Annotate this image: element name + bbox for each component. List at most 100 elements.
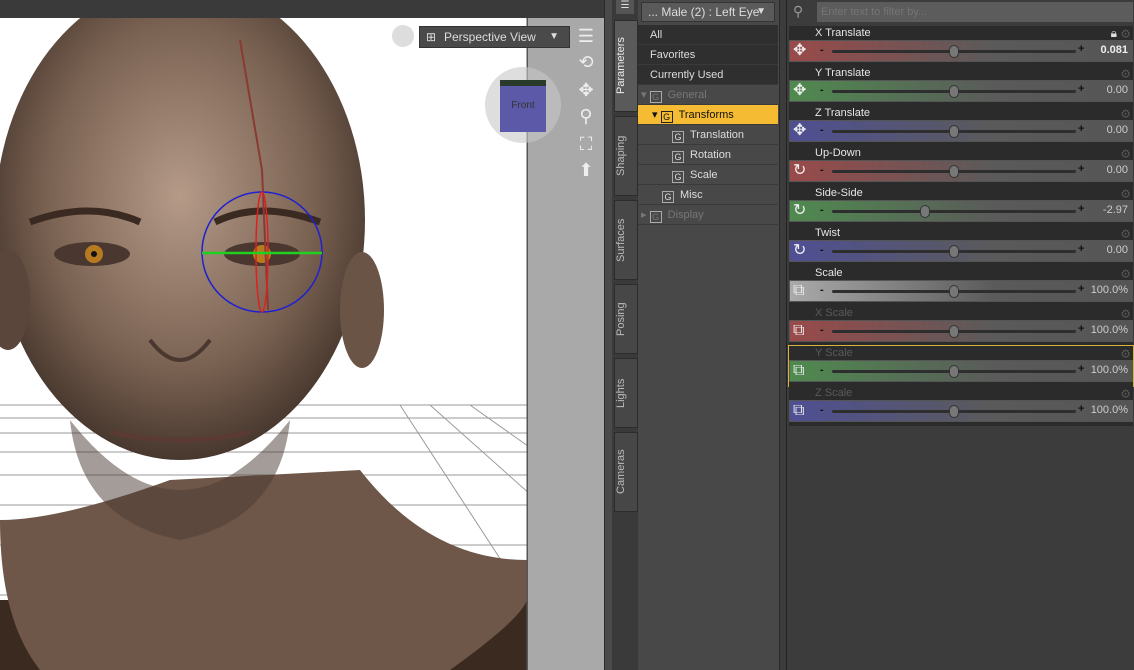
parameter-slider[interactable]: ↻ - + 0.00 — [789, 240, 1133, 262]
slider-track[interactable] — [832, 205, 1076, 218]
node-selector[interactable]: ... Male (2) : Left Eye ▼ — [641, 2, 775, 22]
slider-knob[interactable] — [949, 85, 959, 98]
slider-track[interactable] — [832, 165, 1076, 178]
increment-button[interactable]: + — [1078, 243, 1084, 255]
increment-button[interactable]: + — [1078, 283, 1084, 295]
gear-icon[interactable]: ⚙ — [1120, 387, 1131, 401]
slider-track[interactable] — [832, 285, 1076, 298]
parameter-value[interactable]: -2.97 — [1103, 204, 1128, 216]
group-currently-used[interactable]: Currently Used — [638, 65, 778, 85]
parameter-slider[interactable]: ⧉ - + 100.0% — [789, 320, 1133, 342]
slider-track[interactable] — [832, 405, 1076, 418]
tab-posing[interactable]: Posing — [614, 284, 638, 354]
slider-track[interactable] — [832, 245, 1076, 258]
group-all[interactable]: All — [638, 25, 778, 45]
orbit-icon[interactable]: ⟲ — [574, 52, 598, 74]
group-display[interactable]: ▸ G Display — [638, 205, 778, 225]
decrement-button[interactable]: - — [820, 244, 824, 256]
parameter-slider[interactable]: ✥ - + 0.00 — [789, 120, 1133, 142]
parameter-slider[interactable]: ↻ - + -2.97 — [789, 200, 1133, 222]
expand-arrow-icon[interactable]: ▸ — [641, 209, 650, 221]
increment-button[interactable]: + — [1078, 83, 1084, 95]
gear-icon[interactable]: ⚙ — [1120, 267, 1131, 281]
tab-cameras[interactable]: Cameras — [614, 432, 638, 512]
parameter-slider[interactable]: ✥ - + 0.00 — [789, 80, 1133, 102]
gear-icon[interactable]: ⚙ — [1120, 307, 1131, 321]
parameter-slider[interactable]: ⧉ - + 100.0% — [789, 400, 1133, 422]
parameter-value[interactable]: 0.00 — [1107, 84, 1128, 96]
pan-icon[interactable]: ✥ — [574, 80, 598, 102]
parameter-slider[interactable]: ⧉ - + 100.0% — [789, 360, 1133, 382]
expand-arrow-icon[interactable]: ▾ — [641, 89, 650, 101]
gear-icon[interactable]: ⚙ — [1120, 347, 1131, 361]
slider-track[interactable] — [832, 365, 1076, 378]
3d-viewport[interactable]: ⊞ Perspective View ▼ Front ☰ ⟲ ✥ ⚲ ⛶ ⬆ — [0, 0, 604, 670]
view-cube[interactable]: Front — [485, 67, 561, 143]
expand-arrow-icon[interactable]: ▾ — [652, 109, 661, 121]
gear-icon[interactable]: ⚙ — [1120, 27, 1131, 41]
decrement-button[interactable]: - — [820, 84, 824, 96]
tab-surfaces[interactable]: Surfaces — [614, 200, 638, 280]
slider-knob[interactable] — [949, 405, 959, 418]
filter-input[interactable] — [817, 2, 1133, 22]
tab-parameters[interactable]: Parameters — [614, 20, 638, 112]
parameter-value[interactable]: 0.00 — [1107, 164, 1128, 176]
slider-knob[interactable] — [949, 45, 959, 58]
tab-shaping[interactable]: Shaping — [614, 116, 638, 196]
frame-icon[interactable]: ⛶ — [574, 134, 598, 156]
view-menu-icon[interactable]: ☰ — [574, 26, 598, 48]
group-scale[interactable]: G Scale — [638, 165, 778, 185]
slider-knob[interactable] — [949, 125, 959, 138]
view-selector[interactable]: ⊞ Perspective View ▼ — [419, 26, 570, 48]
slider-track[interactable] — [832, 125, 1076, 138]
gear-icon[interactable]: ⚙ — [1120, 187, 1131, 201]
group-misc[interactable]: G Misc — [638, 185, 778, 205]
tab-lights[interactable]: Lights — [614, 358, 638, 428]
decrement-button[interactable]: - — [820, 204, 824, 216]
draw-style-icon[interactable] — [392, 25, 414, 47]
slider-track[interactable] — [832, 85, 1076, 98]
group-transforms[interactable]: ▾ G Transforms — [638, 105, 778, 125]
panel-splitter[interactable] — [604, 0, 612, 670]
parameter-value[interactable]: 0.00 — [1107, 124, 1128, 136]
gear-icon[interactable]: ⚙ — [1120, 227, 1131, 241]
decrement-button[interactable]: - — [820, 44, 824, 56]
slider-knob[interactable] — [949, 245, 959, 258]
pane-menu-icon[interactable]: ☰ — [616, 0, 634, 14]
gear-icon[interactable]: ⚙ — [1120, 107, 1131, 121]
gear-icon[interactable]: ⚙ — [1120, 147, 1131, 161]
parameter-slider[interactable]: ↻ - + 0.00 — [789, 160, 1133, 182]
slider-knob[interactable] — [919, 205, 930, 218]
increment-button[interactable]: + — [1078, 323, 1084, 335]
search-icon[interactable]: ⚲ — [793, 3, 813, 21]
group-favorites[interactable]: Favorites — [638, 45, 778, 65]
group-rotation[interactable]: G Rotation — [638, 145, 778, 165]
slider-knob[interactable] — [949, 285, 959, 298]
slider-knob[interactable] — [949, 325, 959, 338]
parameter-value[interactable]: 0.081 — [1100, 44, 1128, 56]
slider-knob[interactable] — [949, 165, 959, 178]
parameter-slider[interactable]: ⧉ - + 100.0% — [789, 280, 1133, 302]
gear-icon[interactable]: ⚙ — [1120, 67, 1131, 81]
parameter-value[interactable]: 100.0% — [1091, 364, 1128, 376]
parameter-value[interactable]: 100.0% — [1091, 404, 1128, 416]
parameter-value[interactable]: 100.0% — [1091, 324, 1128, 336]
group-general[interactable]: ▾ G General — [638, 85, 778, 105]
decrement-button[interactable]: - — [820, 364, 824, 376]
home-icon[interactable]: ⬆ — [574, 160, 598, 182]
increment-button[interactable]: + — [1078, 163, 1084, 175]
increment-button[interactable]: + — [1078, 123, 1084, 135]
decrement-button[interactable]: - — [820, 324, 824, 336]
parameter-value[interactable]: 100.0% — [1091, 284, 1128, 296]
slider-track[interactable] — [832, 325, 1076, 338]
parameter-value[interactable]: 0.00 — [1107, 244, 1128, 256]
lock-icon[interactable]: 🔒︎ — [1111, 26, 1117, 41]
view-cube-face[interactable]: Front — [500, 80, 546, 132]
increment-button[interactable]: + — [1078, 403, 1084, 415]
increment-button[interactable]: + — [1078, 43, 1084, 55]
increment-button[interactable]: + — [1078, 363, 1084, 375]
decrement-button[interactable]: - — [820, 164, 824, 176]
decrement-button[interactable]: - — [820, 284, 824, 296]
increment-button[interactable]: + — [1078, 203, 1084, 215]
zoom-icon[interactable]: ⚲ — [574, 106, 598, 128]
